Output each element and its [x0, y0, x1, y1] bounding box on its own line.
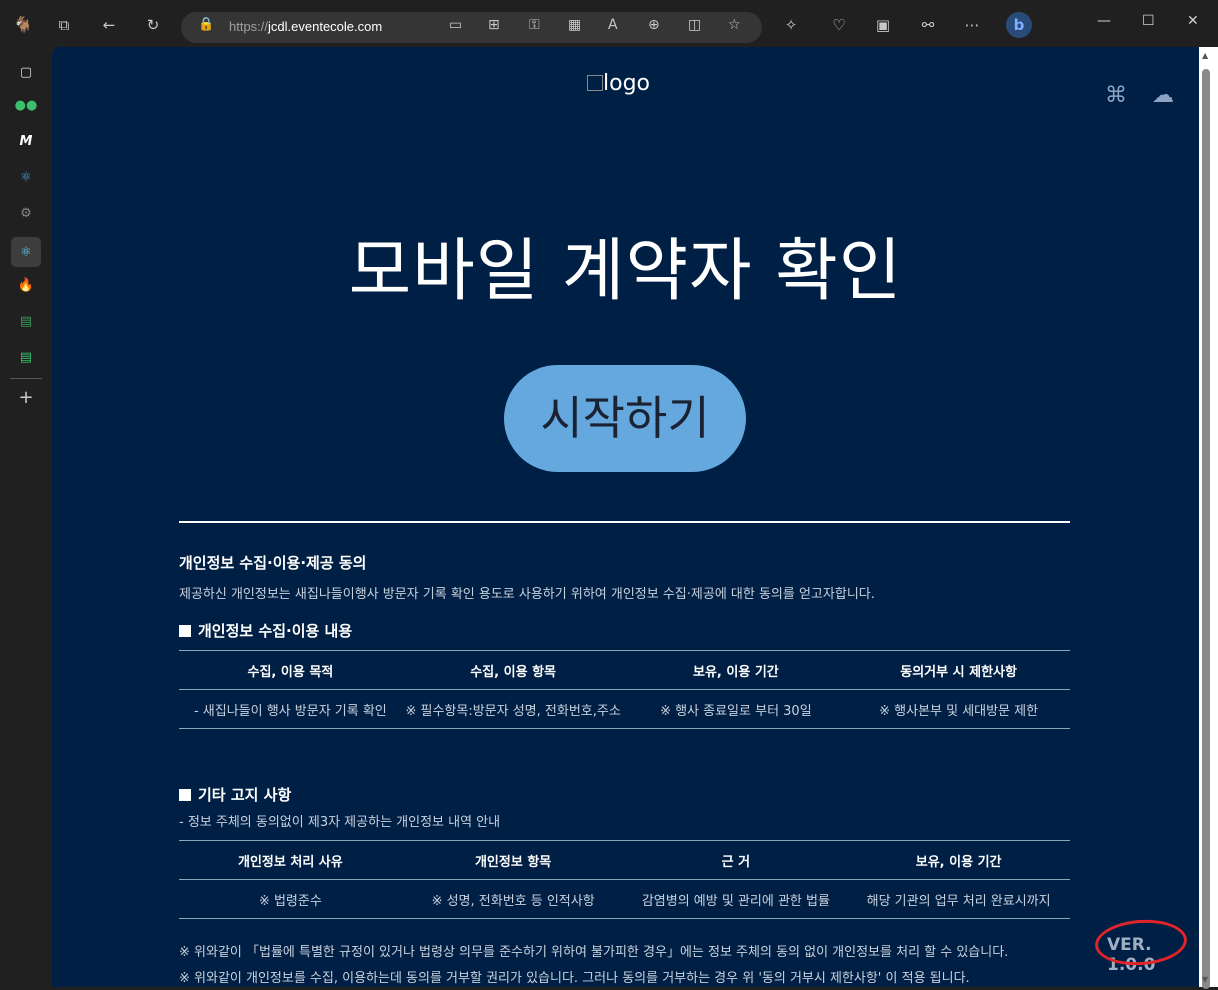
sidebar-divider [10, 378, 42, 379]
fire-icon[interactable]: 🔥 [14, 273, 38, 297]
tabs-icon[interactable]: ⧉ [53, 14, 75, 36]
consent-section: 개인정보 수집·이용·제공 동의 제공하신 개인정보는 새집나들이행사 방문자 … [179, 552, 1070, 986]
table-header: 동의거부 시 제한사항 [847, 650, 1070, 690]
url-text[interactable]: https://jcdl.eventecole.com [229, 19, 382, 34]
key-icon[interactable]: ⚿ [529, 17, 540, 33]
close-icon[interactable]: ✕ [1187, 13, 1199, 29]
table-row: - 새집나들이 행사 방문자 기록 확인 ※ 필수항목:방문자 성명, 전화번호… [179, 689, 1070, 729]
address-bar[interactable]: 🔒 https://jcdl.eventecole.com ▭ ⊞ ⚿ ▦ A … [181, 12, 762, 43]
section1-title: 개인정보 수집·이용 내용 [179, 620, 1070, 641]
react-active-icon[interactable]: ⚛ [11, 237, 41, 267]
logo-image: logo [587, 71, 650, 96]
table-row: ※ 법령준수 ※ 성명, 전화번호 등 인적사항 감염병의 예방 및 관리에 관… [179, 879, 1070, 919]
table-header: 보유, 이용 기간 [624, 650, 848, 690]
m-app-icon[interactable]: M [14, 129, 38, 153]
share-icon[interactable]: ⚯ [917, 14, 939, 36]
split-icon[interactable]: ◫ [688, 17, 701, 33]
table-cell: - 새집나들이 행사 방문자 기록 확인 [179, 689, 402, 729]
scrollbar[interactable]: ▲ ▼ [1199, 47, 1218, 989]
zoom-icon[interactable]: ⊕ [648, 17, 660, 33]
web-page: logo ⌘ ☁ 모바일 계약자 확인 시작하기 개인정보 수집·이용·제공 동… [52, 47, 1199, 987]
divider [179, 521, 1070, 523]
browser-toolbar: 🐐 ⧉ ← ↻ 🔒 https://jcdl.eventecole.com ▭ … [0, 0, 1218, 50]
network-icon[interactable]: ⌘ [1105, 83, 1127, 108]
table-header-row: 수집, 이용 목적 수집, 이용 항목 보유, 이용 기간 동의거부 시 제한사… [179, 650, 1070, 690]
react-icon[interactable]: ⚛ [14, 165, 38, 189]
table-header: 개인정보 처리 사유 [179, 840, 402, 880]
refresh-icon[interactable]: ↻ [142, 14, 164, 36]
minimize-icon[interactable]: — [1097, 13, 1111, 29]
table-header-row: 개인정보 처리 사유 개인정보 항목 근 거 보유, 이용 기간 [179, 840, 1070, 880]
table-cell: 감염병의 예방 및 관리에 관한 법률 [624, 879, 848, 919]
more-icon[interactable]: ⋯ [961, 14, 983, 36]
vx-icon[interactable]: ▣ [872, 14, 894, 36]
extensions-icon[interactable]: ✧ [780, 14, 802, 36]
scroll-up-icon[interactable]: ▲ [1202, 51, 1208, 60]
favorite-icon[interactable]: ☆ [728, 17, 741, 33]
notice-line: ※ 위와같이 「법률에 특별한 규정이 있거나 법령상 의무를 준수하기 위하여… [179, 945, 1009, 960]
usage-table: 수집, 이용 목적 수집, 이용 항목 보유, 이용 기간 동의거부 시 제한사… [179, 650, 1070, 729]
notice-line: ※ 위와같이 개인정보를 수집, 이용하는데 동의를 거부할 권리가 있습니다.… [179, 971, 970, 986]
back-icon[interactable]: ← [98, 14, 120, 36]
square-bullet-icon [179, 625, 191, 637]
table-cell: ※ 성명, 전화번호 등 인적사항 [401, 879, 625, 919]
bing-icon[interactable]: b [1006, 12, 1032, 38]
apps-icon[interactable]: ⊞ [488, 17, 500, 33]
square-bullet-icon [179, 789, 191, 801]
sheet-icon[interactable]: ▤ [14, 309, 38, 333]
settings-icon[interactable]: ⚙ [14, 201, 38, 225]
table-header: 보유, 이용 기간 [847, 840, 1070, 880]
device-icon[interactable]: ▭ [449, 17, 462, 33]
start-button[interactable]: 시작하기 [504, 365, 746, 472]
profile-avatar-icon[interactable]: 🐐 [12, 14, 34, 36]
maximize-icon[interactable]: ☐ [1142, 13, 1155, 29]
section2-title: 기타 고지 사항 [179, 784, 1070, 805]
health-icon[interactable]: ♡ [828, 14, 850, 36]
green-app-icon[interactable]: ●● [14, 93, 38, 117]
consent-heading: 개인정보 수집·이용·제공 동의 [179, 554, 367, 572]
consent-description: 제공하신 개인정보는 새집나들이행사 방문자 기록 확인 용도로 사용하기 위하… [179, 587, 875, 602]
cloud-sync-icon[interactable]: ☁ [1152, 83, 1174, 108]
scrollbar-thumb[interactable] [1202, 69, 1210, 989]
page-title: 모바일 계약자 확인 [348, 232, 903, 311]
broken-image-icon [587, 75, 603, 91]
lock-icon[interactable]: 🔒 [198, 17, 214, 32]
read-aloud-icon[interactable]: A [608, 17, 618, 33]
table-cell: ※ 법령준수 [179, 879, 402, 919]
table-cell: ※ 필수항목:방문자 성명, 전화번호,주소 [401, 689, 625, 729]
table-cell: ※ 행사본부 및 세대방문 제한 [847, 689, 1070, 729]
table-header: 수집, 이용 목적 [179, 650, 402, 690]
tab-actions-icon[interactable]: ▢ [14, 60, 38, 84]
third-party-table: 개인정보 처리 사유 개인정보 항목 근 거 보유, 이용 기간 ※ 법령준수 … [179, 840, 1070, 919]
add-icon[interactable]: + [14, 385, 38, 409]
section2-subtitle: - 정보 주체의 동의없이 제3자 제공하는 개인정보 내역 안내 [179, 815, 501, 830]
table-cell: ※ 행사 종료일로 부터 30일 [624, 689, 848, 729]
browser-sidebar: ▢ ●● M ⚛ ⚙ ⚛ 🔥 ▤ ▤ + [0, 50, 52, 990]
table-header: 근 거 [624, 840, 848, 880]
sheet-green-icon[interactable]: ▤ [14, 345, 38, 369]
table-header: 개인정보 항목 [401, 840, 625, 880]
table-cell: 해당 기관의 업무 처리 완료시까지 [847, 879, 1070, 919]
grid-icon[interactable]: ▦ [568, 17, 581, 33]
table-header: 수집, 이용 항목 [401, 650, 625, 690]
scroll-down-icon[interactable]: ▼ [1202, 975, 1208, 984]
